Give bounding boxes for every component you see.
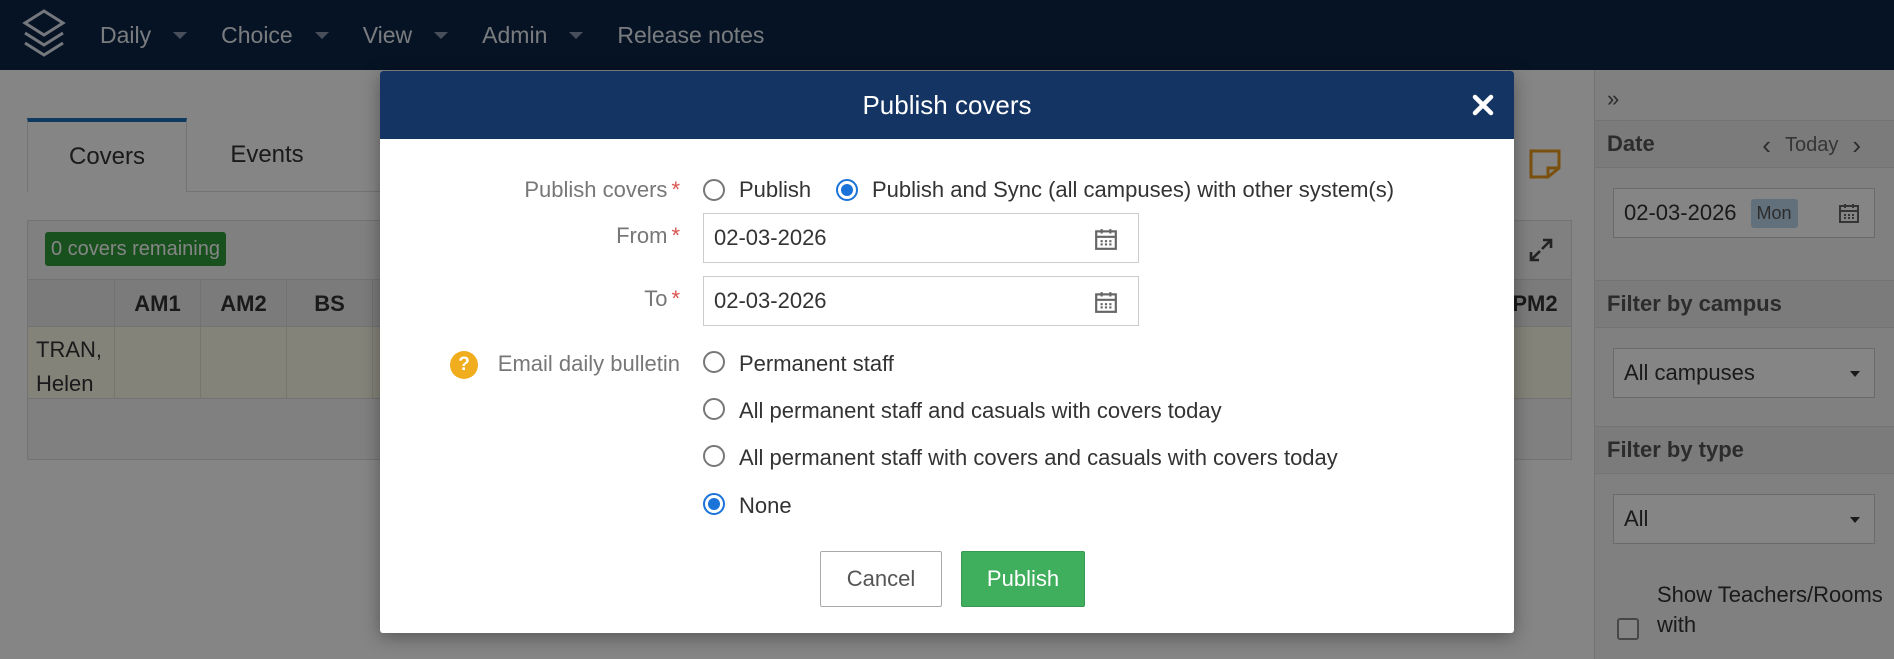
dialog-title: Publish covers [862, 89, 1032, 120]
bulletin-all-casuals-label[interactable]: All permanent staff and casuals with cov… [739, 398, 1222, 424]
bulletin-covers-casuals-label[interactable]: All permanent staff with covers and casu… [739, 445, 1338, 471]
to-label-text: To [644, 286, 668, 311]
help-icon[interactable]: ? [450, 351, 478, 379]
publish-radio-label[interactable]: Publish [739, 177, 811, 203]
publish-sync-radio[interactable] [836, 179, 858, 201]
from-label: From * [616, 223, 680, 249]
publish-mode-row: Publish covers * Publish Publish and Sync… [380, 167, 1514, 207]
to-date-input[interactable]: 02-03-2026 [703, 276, 1139, 326]
email-bulletin-row: ? Email daily bulletin Permanent staff A… [380, 339, 1514, 539]
publish-covers-dialog: Publish covers Publish covers * Publish P… [380, 71, 1514, 633]
to-date-value: 02-03-2026 [714, 288, 827, 313]
bulletin-all-casuals-radio[interactable] [703, 398, 725, 420]
calendar-icon[interactable] [1094, 227, 1118, 257]
from-date-row: From * 02-03-2026 [380, 213, 1514, 265]
required-marker: * [671, 286, 680, 311]
publish-mode-label: Publish covers * [524, 177, 680, 203]
to-date-row: To * 02-03-2026 [380, 276, 1514, 328]
calendar-icon[interactable] [1094, 290, 1118, 320]
dialog-header: Publish covers [380, 71, 1514, 139]
bulletin-permanent-label[interactable]: Permanent staff [739, 351, 894, 377]
required-marker: * [671, 223, 680, 248]
bulletin-none-radio[interactable] [703, 493, 725, 515]
required-marker: * [671, 177, 680, 202]
publish-mode-label-text: Publish covers [524, 177, 668, 202]
publish-button[interactable]: Publish [961, 551, 1085, 607]
from-date-input[interactable]: 02-03-2026 [703, 213, 1139, 263]
to-label: To * [644, 286, 680, 312]
publish-radio[interactable] [703, 179, 725, 201]
publish-sync-radio-label[interactable]: Publish and Sync (all campuses) with oth… [872, 177, 1394, 203]
bulletin-none-label[interactable]: None [739, 493, 792, 519]
bulletin-permanent-radio[interactable] [703, 351, 725, 373]
bulletin-covers-casuals-radio[interactable] [703, 445, 725, 467]
close-icon[interactable] [1466, 88, 1500, 122]
from-date-value: 02-03-2026 [714, 225, 827, 250]
cancel-button[interactable]: Cancel [820, 551, 942, 607]
bulletin-label: Email daily bulletin [497, 351, 680, 376]
from-label-text: From [616, 223, 668, 248]
